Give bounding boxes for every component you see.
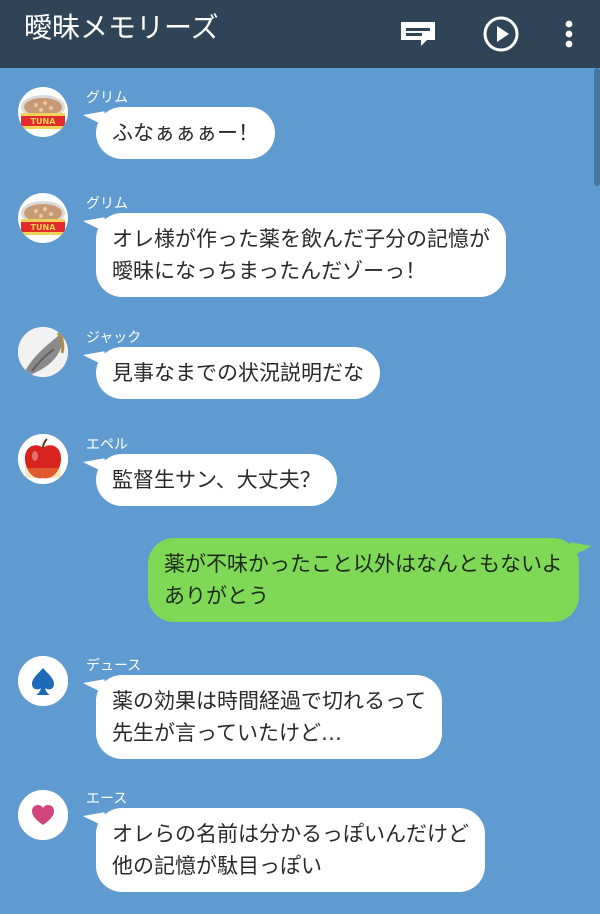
message-bubble[interactable]: オレ様が作った薬を飲んだ子分の記憶が 曖昧になっちまったんだゾーっ！ — [96, 213, 506, 297]
message-bubble[interactable]: 薬が不味かったこと以外はなんともないよ ありがとう — [148, 538, 579, 622]
spade-icon — [18, 656, 68, 706]
sender-name: ジャック — [86, 330, 142, 346]
message-text: ふなぁぁぁー！ — [112, 121, 259, 145]
message-text: 薬が不味かったこと以外はなんともないよ — [164, 552, 563, 576]
chat-icon[interactable] — [394, 10, 442, 58]
page-title: 曖昧メモリーズ — [24, 11, 219, 44]
svg-text:TUNA: TUNA — [31, 117, 57, 126]
sender-name: エース — [86, 791, 128, 807]
play-icon[interactable] — [477, 10, 525, 58]
message-text: オレらの名前は分かるっぽいんだけど — [112, 822, 469, 846]
message-bubble[interactable]: 薬の効果は時間経過で切れるって 先生が言っていたけど… — [96, 675, 442, 759]
svg-text:TUNA: TUNA — [31, 223, 57, 232]
sender-name: グリム — [86, 90, 128, 106]
sender-name: デュース — [86, 658, 142, 674]
message-text: オレ様が作った薬を飲んだ子分の記憶が — [112, 227, 490, 251]
avatar[interactable]: TUNA — [18, 193, 68, 243]
message-text: 監督生サン、大丈夫？ — [112, 468, 321, 492]
avatar[interactable] — [18, 656, 68, 706]
message-text: 先生が言っていたけど… — [112, 721, 342, 745]
apple-icon — [18, 434, 68, 484]
message-bubble[interactable]: オレらの名前は分かるっぽいんだけど 他の記憶が駄目っぽい — [96, 808, 485, 892]
message-bubble[interactable]: 監督生サン、大丈夫？ — [96, 454, 337, 506]
tuna-can-icon: TUNA — [21, 201, 65, 235]
tuna-can-icon: TUNA — [21, 95, 65, 129]
app-header: 曖昧メモリーズ — [0, 0, 600, 68]
message-bubble[interactable]: 見事なまでの状況説明だな — [96, 347, 380, 399]
message-text: ありがとう — [164, 584, 269, 608]
heart-icon — [18, 790, 68, 840]
message-text: 他の記憶が駄目っぽい — [112, 854, 322, 878]
sender-name: グリム — [86, 196, 128, 212]
avatar[interactable] — [18, 434, 68, 484]
message-text: 見事なまでの状況説明だな — [112, 361, 364, 385]
wolf-tail-icon — [18, 327, 68, 377]
avatar[interactable] — [18, 327, 68, 377]
avatar[interactable]: TUNA — [18, 87, 68, 137]
scrollbar[interactable] — [594, 68, 600, 186]
message-bubble[interactable]: ふなぁぁぁー！ — [96, 107, 275, 159]
message-text: 薬の効果は時間経過で切れるって — [112, 689, 426, 713]
more-icon[interactable] — [545, 10, 593, 58]
message-text: 曖昧になっちまったんだゾーっ！ — [112, 259, 427, 283]
sender-name: エペル — [86, 437, 128, 453]
avatar[interactable] — [18, 790, 68, 840]
